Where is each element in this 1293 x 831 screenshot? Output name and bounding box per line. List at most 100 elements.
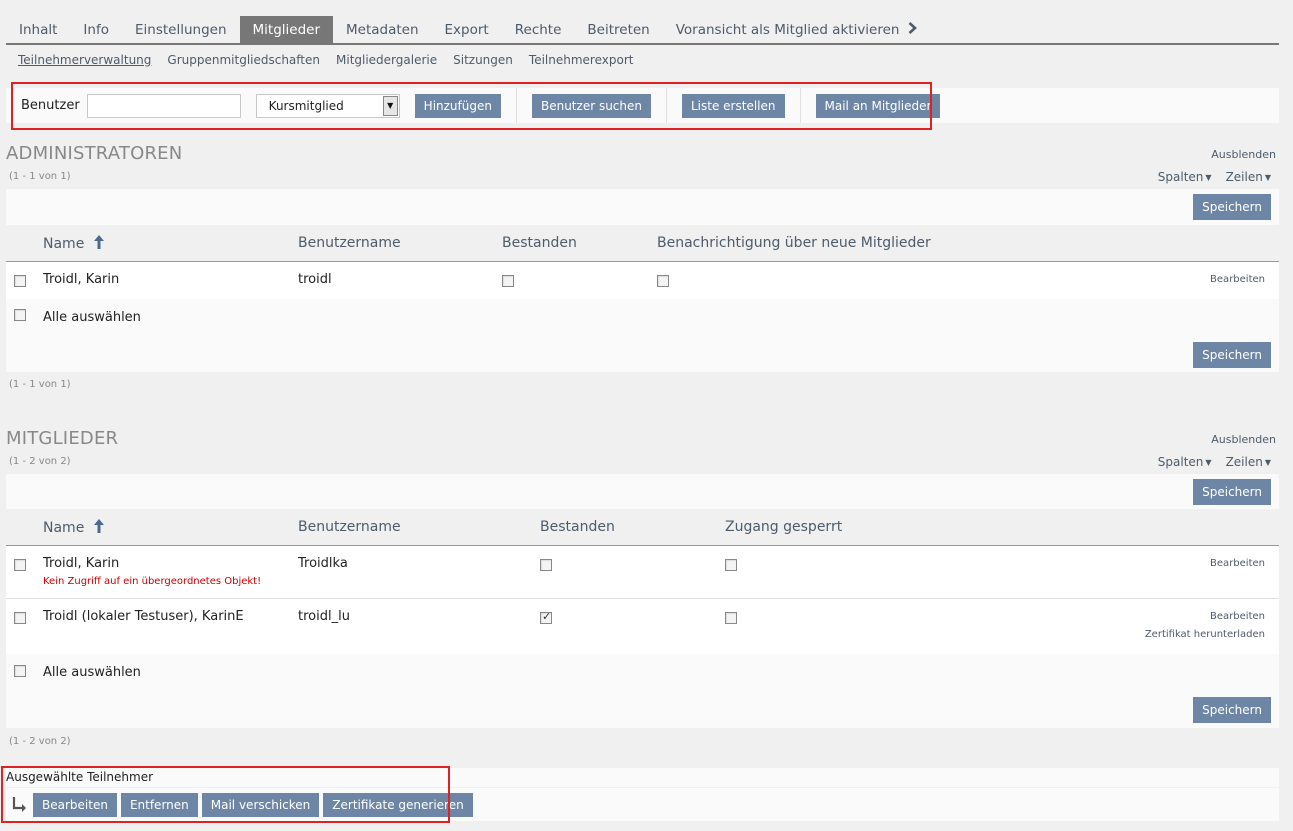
role-select[interactable]: Kursmitglied ▼ [255, 93, 400, 118]
row-edit-link[interactable]: Bearbeiten [1210, 611, 1265, 622]
members-header-passed[interactable]: Bestanden [540, 519, 615, 535]
subtab-mitgliedergalerie[interactable]: Mitgliedergalerie [336, 53, 437, 67]
chevron-right-icon [908, 16, 917, 45]
row-username: troidl [298, 272, 332, 287]
search-users-button[interactable]: Benutzer suchen [531, 93, 651, 118]
members-save-button-top[interactable]: Speichern [1193, 479, 1271, 505]
members-rows-toggle[interactable]: Zeilen ▼ [1226, 455, 1271, 469]
admins-title: ADMINISTRATOREN [6, 143, 183, 164]
admins-table-controls: Spalten ▼ Zeilen ▼ [1158, 170, 1271, 184]
members-save-button-bottom[interactable]: Speichern [1193, 697, 1271, 723]
row-select-checkbox[interactable] [14, 275, 26, 287]
tab-export[interactable]: Export [432, 16, 502, 43]
row-select-checkbox[interactable] [14, 559, 26, 571]
members-header-blocked[interactable]: Zugang gesperrt [725, 519, 842, 535]
toolbar-divider [515, 88, 517, 123]
row-edit-link[interactable]: Bearbeiten [1210, 274, 1265, 285]
bulk-edit-button[interactable]: Bearbeiten [33, 792, 117, 817]
select-all-checkbox[interactable] [14, 665, 26, 677]
members-columns-toggle[interactable]: Spalten ▼ [1158, 455, 1212, 469]
admins-top-bar: Speichern [6, 189, 1279, 226]
admins-save-button-bottom[interactable]: Speichern [1193, 342, 1271, 368]
admins-save-button-top[interactable]: Speichern [1193, 194, 1271, 220]
toolbar-divider [799, 88, 801, 123]
header-name-label: Name [43, 520, 85, 536]
members-header-name[interactable]: Name [43, 519, 105, 536]
admins-header-username[interactable]: Benutzername [298, 235, 401, 251]
member-toolbar: Benutzer Kursmitglied ▼ Hinzufügen Benut… [6, 88, 1279, 123]
members-title: MITGLIEDER [6, 428, 119, 449]
tab-einstellungen[interactable]: Einstellungen [122, 16, 240, 43]
row-error-message: Kein Zugriff auf ein übergeordnetes Obje… [43, 576, 262, 587]
row-edit-link[interactable]: Bearbeiten [1210, 558, 1265, 569]
members-hide-link[interactable]: Ausblenden [1211, 433, 1276, 446]
row-passed-checkbox[interactable] [540, 559, 552, 571]
admins-table-header: Name Benutzername Bestanden Benachrichti… [6, 225, 1279, 262]
row-blocked-checkbox[interactable] [725, 612, 737, 624]
row-name: Troidl, Karin [43, 556, 120, 571]
select-all-checkbox[interactable] [14, 309, 26, 321]
sort-ascending-icon [93, 519, 105, 533]
columns-label: Spalten [1157, 170, 1204, 184]
subtab-sitzungen[interactable]: Sitzungen [453, 53, 513, 67]
subtab-teilnehmerverwaltung[interactable]: Teilnehmerverwaltung [18, 53, 151, 67]
row-username: troidl_lu [298, 609, 350, 624]
row-blocked-checkbox[interactable] [725, 559, 737, 571]
sort-ascending-icon [93, 235, 105, 249]
admins-header-name[interactable]: Name [43, 235, 105, 252]
admins-columns-toggle[interactable]: Spalten ▼ [1158, 170, 1212, 184]
members-count-top: (1 - 2 von 2) [9, 456, 71, 467]
user-label: Benutzer [21, 98, 80, 113]
row-name: Troidl, Karin [43, 272, 120, 287]
members-top-bar: Speichern [6, 474, 1279, 510]
rows-label: Zeilen [1225, 455, 1263, 469]
toolbar-divider [666, 88, 667, 123]
members-count-bottom: (1 - 2 von 2) [9, 736, 71, 747]
admins-count-top: (1 - 1 von 1) [9, 171, 71, 182]
tab-rechte[interactable]: Rechte [502, 16, 575, 43]
row-username: Troidlka [298, 556, 348, 571]
tab-info[interactable]: Info [70, 16, 122, 43]
subtab-teilnehmerexport[interactable]: Teilnehmerexport [529, 53, 634, 67]
dropdown-arrow-icon[interactable]: ▼ [382, 95, 398, 116]
tab-inhalt[interactable]: Inhalt [6, 16, 70, 43]
header-name-label: Name [43, 236, 85, 252]
add-button[interactable]: Hinzufügen [414, 93, 501, 118]
create-list-button[interactable]: Liste erstellen [682, 93, 785, 118]
admins-rows-toggle[interactable]: Zeilen ▼ [1226, 170, 1271, 184]
row-passed-checkbox[interactable] [540, 610, 552, 624]
admins-count-bottom: (1 - 1 von 1) [9, 379, 71, 390]
main-tabs: Inhalt Info Einstellungen Mitglieder Met… [6, 16, 1279, 45]
select-all-label: Alle auswählen [43, 310, 141, 325]
user-input[interactable] [86, 93, 241, 118]
tab-beitreten[interactable]: Beitreten [574, 16, 662, 43]
row-certificate-link[interactable]: Zertifikat herunterladen [1145, 629, 1265, 640]
tab-metadaten[interactable]: Metadaten [333, 16, 432, 43]
tab-voransicht[interactable]: Voransicht als Mitglied aktivieren [663, 16, 930, 43]
bulk-mail-button[interactable]: Mail verschicken [201, 792, 320, 817]
members-table-controls: Spalten ▼ Zeilen ▼ [1158, 455, 1271, 469]
columns-label: Spalten [1157, 455, 1204, 469]
admins-header-notify[interactable]: Benachrichtigung über neue Mitglieder [657, 235, 931, 251]
admins-hide-link[interactable]: Ausblenden [1211, 148, 1276, 161]
bulk-certificates-button[interactable]: Zertifikate generieren [323, 792, 473, 817]
row-select-checkbox[interactable] [14, 612, 26, 624]
caret-down-icon: ▼ [1264, 458, 1271, 467]
row-passed-checkbox[interactable] [502, 275, 514, 287]
members-bottom-bar: Alle auswählen Speichern [6, 654, 1279, 728]
members-header-username[interactable]: Benutzername [298, 519, 401, 535]
members-table-header: Name Benutzername Bestanden Zugang gespe… [6, 509, 1279, 546]
row-notify-checkbox[interactable] [657, 275, 669, 287]
select-all-label: Alle auswählen [43, 665, 141, 680]
admins-header-passed[interactable]: Bestanden [502, 235, 577, 251]
sub-tabs: Teilnehmerverwaltung Gruppenmitgliedscha… [18, 53, 633, 67]
tab-mitglieder[interactable]: Mitglieder [239, 16, 333, 43]
mail-members-button[interactable]: Mail an Mitglieder [815, 93, 941, 118]
bulk-remove-button[interactable]: Entfernen [120, 792, 198, 817]
row-name: Troidl (lokaler Testuser), KarinE [43, 609, 244, 624]
subtab-gruppenmitgliedschaften[interactable]: Gruppenmitgliedschaften [167, 53, 320, 67]
caret-down-icon: ▼ [1205, 173, 1212, 182]
admins-bottom-bar: Alle auswählen Speichern [6, 299, 1279, 372]
rows-label: Zeilen [1225, 170, 1263, 184]
bulk-label: Ausgewählte Teilnehmer [6, 770, 154, 784]
